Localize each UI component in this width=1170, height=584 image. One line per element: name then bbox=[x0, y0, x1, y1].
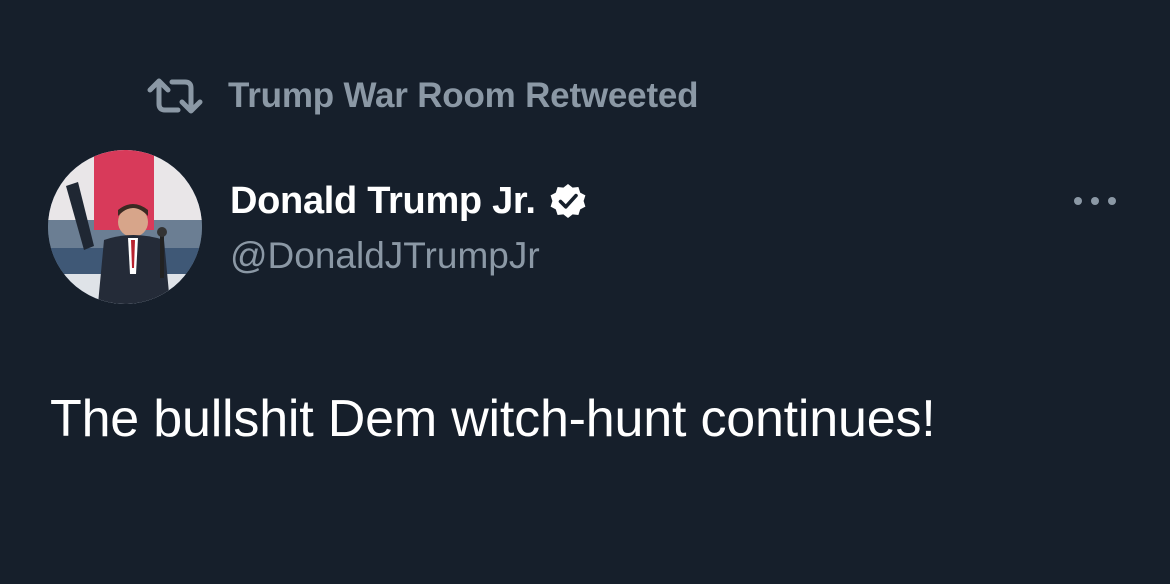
retweet-context[interactable]: Trump War Room Retweeted bbox=[146, 76, 699, 116]
author-display-name[interactable]: Donald Trump Jr. bbox=[230, 180, 536, 223]
avatar[interactable] bbox=[48, 150, 202, 304]
verified-badge-icon bbox=[548, 182, 588, 222]
tweet-card[interactable]: Trump War Room Retweeted Donald Trump Jr… bbox=[0, 0, 1170, 584]
retweet-context-label: Trump War Room Retweeted bbox=[228, 76, 699, 115]
author-name-row: Donald Trump Jr. bbox=[230, 180, 588, 223]
author-handle[interactable]: @DonaldJTrumpJr bbox=[230, 235, 588, 277]
tweet-text: The bullshit Dem witch-hunt continues! bbox=[50, 390, 936, 448]
author-info: Donald Trump Jr. @DonaldJTrumpJr bbox=[230, 180, 588, 277]
retweet-icon bbox=[146, 76, 204, 116]
more-options-icon[interactable] bbox=[1070, 186, 1120, 216]
